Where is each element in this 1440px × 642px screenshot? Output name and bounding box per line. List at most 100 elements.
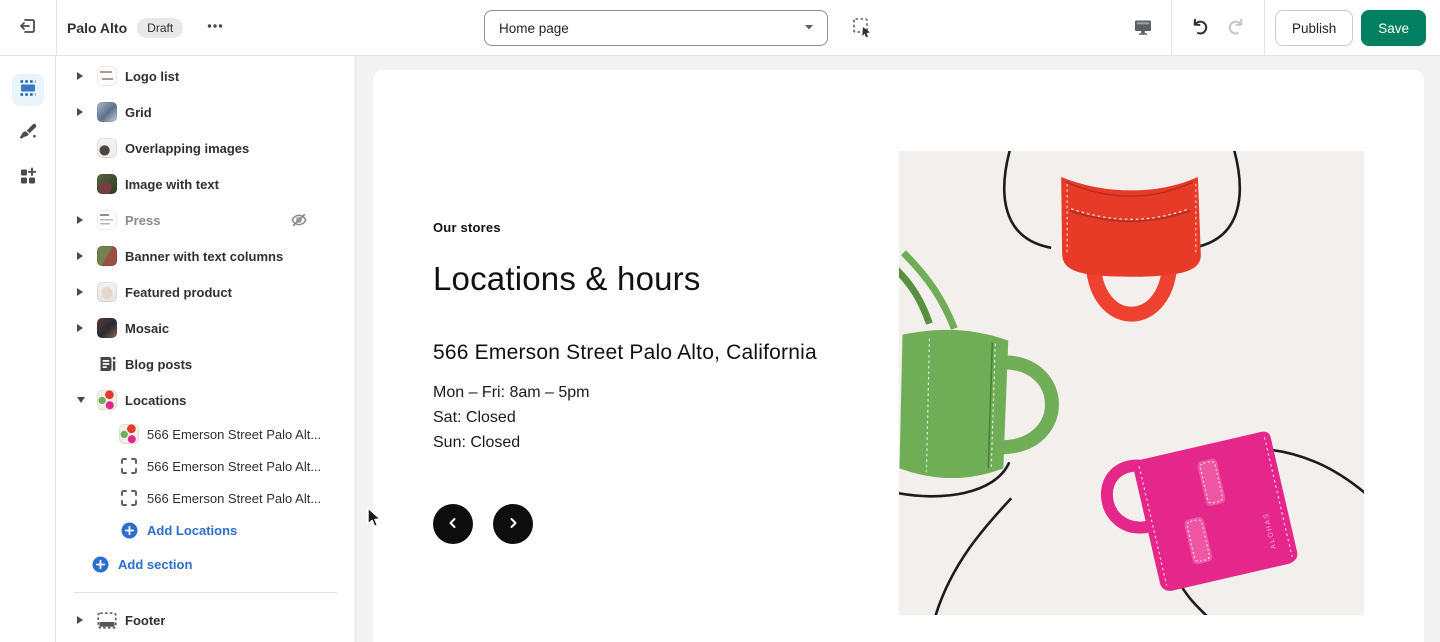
status-badge: Draft: [137, 18, 183, 38]
previous-arrow-button[interactable]: [433, 504, 473, 544]
block-item-location-2[interactable]: 566 Emerson Street Palo Alt...: [56, 450, 355, 482]
block-label: 566 Emerson Street Palo Alt...: [147, 491, 321, 506]
exit-icon: [18, 16, 38, 39]
undo-button[interactable]: [1182, 10, 1218, 46]
section-thumbnail: [97, 282, 117, 302]
sections-icon: [17, 77, 39, 104]
section-thumbnail: [97, 102, 117, 122]
caret-right-icon[interactable]: [76, 71, 89, 81]
section-thumbnail: [97, 66, 117, 86]
caret-down-icon[interactable]: [76, 396, 89, 404]
sections-sidebar: Logo list Grid Overlapping images Image …: [56, 56, 356, 642]
store-hours: Mon – Fri: 8am – 5pm Sat: Closed Sun: Cl…: [433, 380, 903, 455]
page-selector-dropdown[interactable]: Home page: [484, 10, 828, 46]
more-options-button[interactable]: [197, 10, 233, 46]
section-thumbnail: [97, 138, 117, 158]
section-label: Banner with text columns: [125, 249, 283, 264]
rail-sections-tab[interactable]: [12, 74, 44, 106]
add-section-button[interactable]: Add section: [56, 546, 355, 582]
left-rail: [0, 56, 56, 642]
device-preview-desktop-button[interactable]: [1125, 10, 1161, 46]
block-item-location-1[interactable]: 566 Emerson Street Palo Alt...: [56, 418, 355, 450]
sidebar-divider: [74, 592, 337, 593]
plus-circle-icon: [119, 522, 139, 539]
section-eyebrow: Our stores: [433, 220, 903, 235]
desktop-monitor-icon: [1132, 16, 1154, 41]
add-locations-button[interactable]: Add Locations: [56, 514, 355, 546]
block-label: 566 Emerson Street Palo Alt...: [147, 427, 321, 442]
caret-right-icon[interactable]: [76, 251, 89, 261]
sidebar-item-grid[interactable]: Grid: [56, 94, 355, 130]
exit-editor-button[interactable]: [10, 10, 46, 46]
section-label: Image with text: [125, 177, 219, 192]
storefront-preview[interactable]: Our stores Locations & hours 566 Emerson…: [373, 70, 1424, 642]
block-item-location-3[interactable]: 566 Emerson Street Palo Alt...: [56, 482, 355, 514]
chevron-down-icon: [803, 21, 815, 36]
sidebar-item-image-with-text[interactable]: Image with text: [56, 166, 355, 202]
hours-line: Mon – Fri: 8am – 5pm: [433, 380, 903, 405]
section-label: Featured product: [125, 285, 232, 300]
horizontal-dots-icon: [206, 17, 224, 38]
save-button[interactable]: Save: [1361, 10, 1426, 46]
hours-line: Sun: Closed: [433, 430, 903, 455]
store-photo-handbags: ALOHAS: [899, 151, 1364, 615]
exit-area: [0, 0, 57, 56]
caret-right-icon[interactable]: [76, 287, 89, 297]
section-thumbnail: [97, 246, 117, 266]
sidebar-item-banner-with-text-columns[interactable]: Banner with text columns: [56, 238, 355, 274]
blog-posts-icon: [97, 354, 117, 374]
next-arrow-button[interactable]: [493, 504, 533, 544]
sidebar-item-locations[interactable]: Locations: [56, 382, 355, 418]
section-heading: Locations & hours: [433, 260, 903, 298]
sidebar-item-press[interactable]: Press: [56, 202, 355, 238]
section-thumbnail: [97, 390, 117, 410]
topbar: Palo Alto Draft Home page: [0, 0, 1440, 56]
section-thumbnail: [97, 318, 117, 338]
page-selector-value: Home page: [499, 21, 803, 36]
section-thumbnail: [97, 174, 117, 194]
hours-line: Sat: Closed: [433, 405, 903, 430]
publish-button[interactable]: Publish: [1275, 10, 1353, 46]
rail-theme-settings-tab[interactable]: [12, 118, 44, 150]
plus-circle-icon: [90, 556, 110, 573]
carousel-navigation: [433, 504, 533, 544]
sidebar-item-logo-list[interactable]: Logo list: [56, 58, 355, 94]
paintbrush-icon: [17, 121, 39, 148]
redo-button[interactable]: [1218, 10, 1254, 46]
caret-right-icon[interactable]: [76, 323, 89, 333]
empty-frame-icon: [119, 489, 139, 507]
sidebar-item-footer[interactable]: Footer: [56, 602, 355, 638]
eye-slash-icon[interactable]: [290, 211, 308, 229]
caret-right-icon[interactable]: [76, 215, 89, 225]
section-label: Press: [125, 213, 160, 228]
rail-app-embeds-tab[interactable]: [12, 162, 44, 194]
sidebar-item-popups[interactable]: Popups: [56, 638, 355, 642]
topbar-actions: Publish Save: [1125, 0, 1426, 56]
footer-icon: [97, 612, 117, 629]
sidebar-item-blog-posts[interactable]: Blog posts: [56, 346, 355, 382]
chevron-right-icon: [506, 516, 520, 533]
redo-icon: [1225, 16, 1247, 41]
theme-name: Palo Alto: [67, 20, 127, 36]
store-address: 566 Emerson Street Palo Alto, California: [433, 341, 903, 365]
empty-frame-icon: [119, 457, 139, 475]
block-thumbnail: [119, 424, 139, 444]
section-label: Mosaic: [125, 321, 169, 336]
section-thumbnail: [97, 210, 117, 230]
undo-icon: [1189, 16, 1211, 41]
locations-section-text: Our stores Locations & hours 566 Emerson…: [433, 220, 903, 455]
inspect-element-button[interactable]: [844, 10, 880, 46]
marquee-cursor-icon: [851, 16, 873, 41]
chevron-left-icon: [446, 516, 460, 533]
main-area: Logo list Grid Overlapping images Image …: [0, 56, 1440, 642]
sidebar-item-overlapping-images[interactable]: Overlapping images: [56, 130, 355, 166]
add-locations-label: Add Locations: [147, 523, 237, 538]
caret-right-icon[interactable]: [76, 615, 89, 625]
section-label: Footer: [125, 613, 165, 628]
app-embeds-icon: [17, 165, 39, 192]
sidebar-item-mosaic[interactable]: Mosaic: [56, 310, 355, 346]
section-label: Overlapping images: [125, 141, 249, 156]
section-label: Locations: [125, 393, 186, 408]
sidebar-item-featured-product[interactable]: Featured product: [56, 274, 355, 310]
caret-right-icon[interactable]: [76, 107, 89, 117]
